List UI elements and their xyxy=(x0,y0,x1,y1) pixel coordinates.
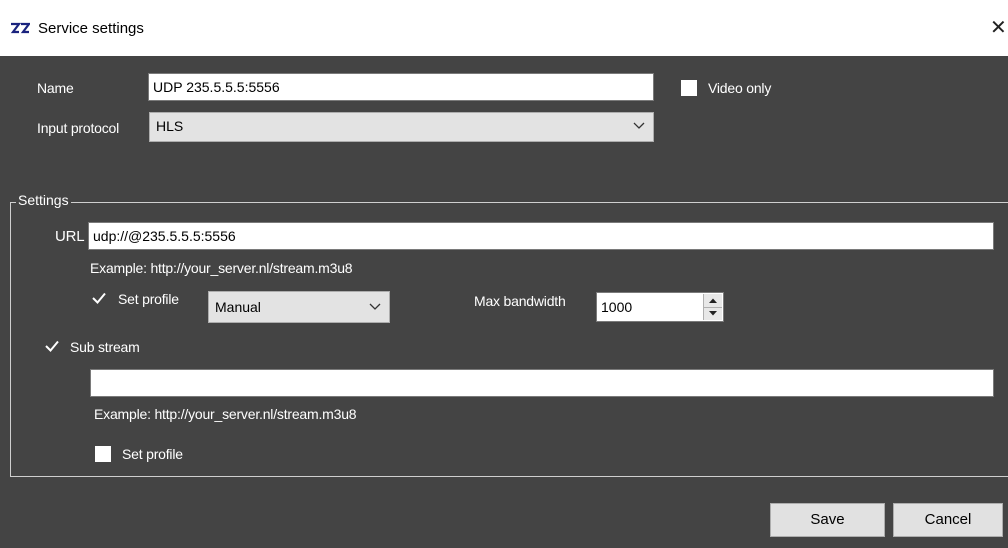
set-profile-checkbox[interactable] xyxy=(91,290,107,306)
url-value: udp://@235.5.5.5:5556 xyxy=(93,228,236,244)
chevron-down-icon xyxy=(369,303,381,310)
max-bandwidth-value: 1000 xyxy=(601,299,633,315)
set-profile-label: Set profile xyxy=(118,291,179,307)
video-only-label: Video only xyxy=(708,80,772,96)
profile-value: Manual xyxy=(215,299,261,315)
checkmark-icon xyxy=(92,292,106,304)
url-example: Example: http://your_server.nl/stream.m3… xyxy=(90,260,353,276)
sub-stream-example: Example: http://your_server.nl/stream.m3… xyxy=(94,406,357,422)
url-label: URL xyxy=(55,228,85,245)
close-icon[interactable]: ✕ xyxy=(990,14,1008,42)
max-bandwidth-label: Max bandwidth xyxy=(474,293,566,309)
input-protocol-value: HLS xyxy=(156,118,184,134)
spin-buttons xyxy=(703,294,722,320)
video-only-checkbox[interactable] xyxy=(681,80,697,96)
url-input[interactable]: udp://@235.5.5.5:5556 xyxy=(88,222,994,250)
window-title: Service settings xyxy=(38,20,144,37)
sub-set-profile-checkbox[interactable] xyxy=(95,446,111,462)
save-button[interactable]: Save xyxy=(770,503,885,537)
input-protocol-select[interactable]: HLS xyxy=(149,112,654,142)
spin-up-icon[interactable] xyxy=(704,294,722,308)
name-value: UDP 235.5.5.5:5556 xyxy=(153,79,280,95)
input-protocol-label: Input protocol xyxy=(37,120,120,136)
settings-group-title: Settings xyxy=(16,192,71,208)
app-logo-icon xyxy=(10,22,30,35)
sub-stream-checkbox[interactable] xyxy=(44,338,60,354)
sub-set-profile-label: Set profile xyxy=(122,446,183,462)
name-label: Name xyxy=(37,80,74,96)
cancel-button[interactable]: Cancel xyxy=(893,503,1003,537)
profile-select[interactable]: Manual xyxy=(208,291,390,323)
sub-stream-label: Sub stream xyxy=(70,339,140,355)
max-bandwidth-spinbox[interactable]: 1000 xyxy=(596,292,724,322)
checkmark-icon xyxy=(45,340,59,352)
sub-stream-url-input[interactable] xyxy=(90,369,994,397)
chevron-down-icon xyxy=(633,122,645,129)
name-input[interactable]: UDP 235.5.5.5:5556 xyxy=(148,73,654,101)
title-bar: Service settings ✕ xyxy=(0,0,1008,56)
spin-down-icon[interactable] xyxy=(704,307,722,320)
